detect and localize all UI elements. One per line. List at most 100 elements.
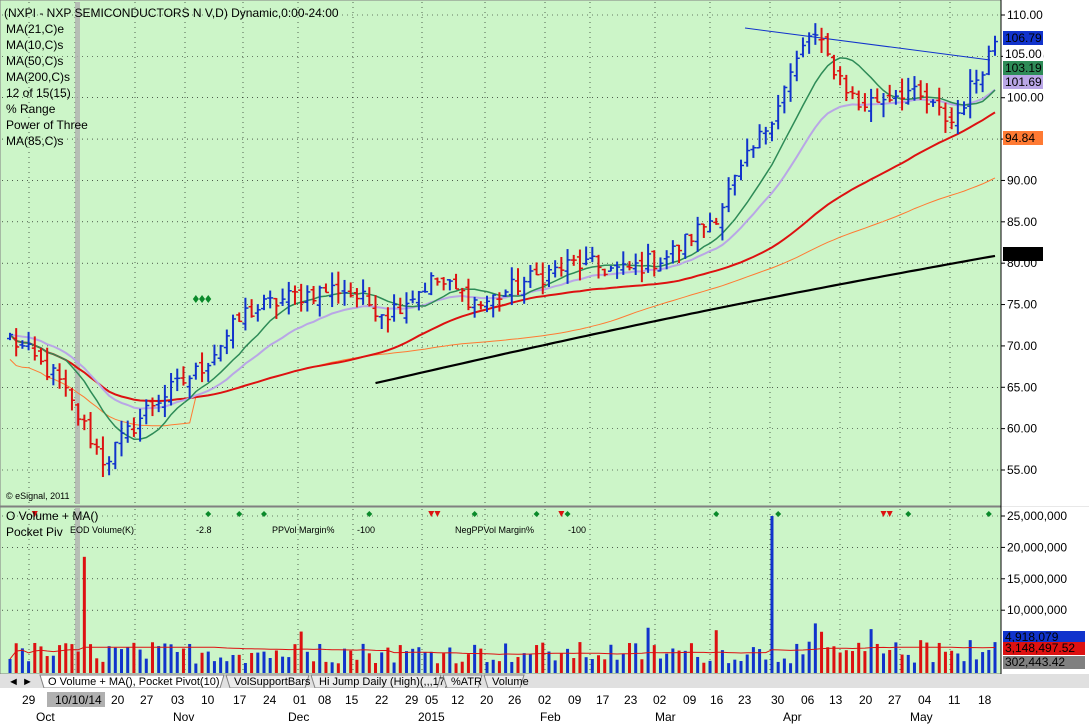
volume-bar <box>82 556 86 673</box>
volume-bar <box>113 647 117 673</box>
volume-bar <box>677 650 681 673</box>
study-tab[interactable]: %ATR <box>442 674 483 689</box>
volume-bar <box>169 644 173 673</box>
study-label[interactable]: MA(85,C)s <box>6 134 63 148</box>
price-tick-label: 55.00 <box>1007 463 1037 477</box>
volume-bar <box>844 650 848 673</box>
volume-tick-label: 25,000,000 <box>1007 509 1067 523</box>
volume-bar <box>683 650 687 673</box>
volume-bar <box>231 654 235 673</box>
volume-bar <box>460 661 464 673</box>
volume-bar <box>776 661 780 673</box>
month-label: Nov <box>173 710 194 724</box>
volume-bar <box>702 662 706 673</box>
volume-bar <box>330 662 334 673</box>
volume-bar <box>76 651 80 673</box>
volume-bar <box>906 654 910 673</box>
study-tab[interactable]: O Volume + MA(), Pocket Pivot(10) <box>39 674 225 689</box>
volume-bar <box>789 663 793 673</box>
price-tick-label: 75.00 <box>1007 298 1037 312</box>
study-label[interactable]: MA(21,C)e <box>6 22 64 36</box>
volume-bar <box>912 662 916 673</box>
volume-bar <box>448 647 452 673</box>
volume-bar <box>714 630 718 673</box>
highlight-bar <box>75 2 80 504</box>
volume-bar <box>689 643 693 673</box>
study-label[interactable]: MA(200,C)s <box>6 70 70 84</box>
study-label[interactable]: 12 of 15(15) <box>6 86 71 100</box>
study-label[interactable]: MA(50,C)s <box>6 54 63 68</box>
day-label: 20 <box>111 693 125 707</box>
volume-bar <box>627 643 631 673</box>
price-tick-label: 60.00 <box>1007 422 1037 436</box>
svg-text:Hi Jump Daily (High)(,,,17): Hi Jump Daily (High)(,,,17) <box>319 676 449 688</box>
volume-bar <box>813 623 817 673</box>
study-label[interactable]: % Range <box>6 102 56 116</box>
price-tick-label: 110.00 <box>1007 8 1043 22</box>
volume-bar <box>101 661 105 673</box>
volume-bar <box>603 659 607 673</box>
volume-bar <box>20 648 24 673</box>
volume-bar <box>138 649 142 673</box>
volume-bar <box>305 651 309 673</box>
negppvol-value: -100 <box>568 525 586 535</box>
svg-text:%ATR: %ATR <box>451 676 482 688</box>
tab-scroll-right[interactable]: ► <box>22 676 33 688</box>
volume-bar <box>956 653 960 673</box>
volume-bar <box>559 653 563 673</box>
volume-bar <box>646 627 650 673</box>
svg-text:103.19: 103.19 <box>1005 61 1042 75</box>
volume-bar <box>993 642 997 673</box>
price-tick-label: 90.00 <box>1007 173 1037 187</box>
volume-bar <box>820 631 824 673</box>
volume-bar <box>590 659 594 673</box>
volume-bar <box>801 654 805 673</box>
day-label: 24 <box>263 693 277 707</box>
volume-bar <box>64 643 68 673</box>
study-label[interactable]: MA(10,C)s <box>6 38 63 52</box>
day-label: 01 <box>293 693 307 707</box>
svg-text:VolSupportBars: VolSupportBars <box>234 676 311 688</box>
month-label: 2015 <box>418 710 445 724</box>
study-label[interactable]: Power of Three <box>6 118 88 132</box>
volume-bar <box>336 663 340 673</box>
tab-scroll-left[interactable]: ◄ <box>8 676 19 688</box>
volume-bar <box>343 648 347 673</box>
day-label: 16 <box>710 693 724 707</box>
volume-bar <box>299 631 303 673</box>
price-badge: 106.79 <box>1003 31 1043 45</box>
volume-bar <box>144 658 148 673</box>
volume-bar <box>919 640 923 673</box>
volume-bar <box>826 647 830 673</box>
day-label: 03 <box>171 693 185 707</box>
volume-bar <box>188 643 192 673</box>
svg-text:106.79: 106.79 <box>1005 31 1042 45</box>
volume-bar <box>974 659 978 673</box>
price-panel[interactable] <box>0 0 1002 507</box>
volume-bar <box>212 661 216 673</box>
day-label: 10/10/14 <box>55 693 102 707</box>
volume-bar <box>194 663 198 673</box>
volume-bar <box>838 652 842 673</box>
price-tick-label: 70.00 <box>1007 339 1037 353</box>
volume-bar <box>535 645 539 673</box>
study-tab[interactable]: Volume <box>483 674 529 689</box>
day-label: 23 <box>738 693 752 707</box>
volume-bar <box>584 657 588 673</box>
volume-bar <box>832 646 836 673</box>
volume-bar <box>324 661 328 673</box>
volume-bar <box>367 653 371 673</box>
volume-bar <box>528 654 532 673</box>
study-tab[interactable]: Hi Jump Daily (High)(,,,17) <box>310 674 449 689</box>
volume-bar <box>751 647 755 673</box>
day-label: 06 <box>801 693 815 707</box>
volume-bar <box>522 653 526 673</box>
chart-svg[interactable]: 110.00105.00100.0095.0090.0085.0080.0075… <box>0 0 1089 728</box>
svg-text:80.80: 80.80 <box>1005 247 1035 261</box>
volume-bar <box>652 645 656 673</box>
volume-bar <box>745 654 749 673</box>
volume-bar <box>219 657 223 673</box>
volume-bar <box>250 652 254 673</box>
study-tab[interactable]: VolSupportBars <box>225 674 311 689</box>
day-label: 17 <box>233 693 247 707</box>
